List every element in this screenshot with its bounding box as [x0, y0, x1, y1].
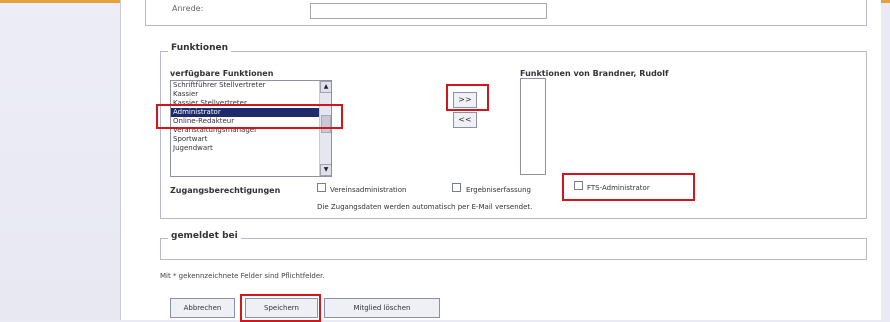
permission-label-vereinsadministration: Vereinsadministration — [330, 186, 407, 194]
list-item[interactable]: Sportwart — [171, 135, 331, 144]
assigned-functions-label: Funktionen von Brandner, Rudolf — [520, 69, 669, 78]
highlight-selected-function — [156, 104, 343, 129]
permission-checkbox-ergebniserfassung[interactable] — [452, 183, 461, 192]
left-background — [0, 0, 120, 320]
available-functions-label: verfügbare Funktionen — [170, 69, 274, 78]
move-left-button[interactable]: << — [453, 112, 477, 128]
top-field-label: Anrede: — [172, 4, 204, 13]
top-input-field[interactable] — [310, 3, 547, 19]
cancel-button[interactable]: Abbrechen — [170, 298, 235, 318]
assigned-functions-listbox[interactable] — [520, 78, 546, 175]
permission-checkbox-vereinsadministration[interactable] — [317, 183, 326, 192]
delete-member-button[interactable]: Mitglied löschen — [324, 298, 440, 318]
required-fields-hint: Mit * gekennzeichnete Felder sind Pflich… — [160, 272, 325, 280]
highlight-move-right — [446, 84, 489, 111]
permissions-label: Zugangsberechtigungen — [170, 186, 281, 195]
highlight-fts-admin — [562, 173, 695, 201]
highlight-save-button — [240, 294, 321, 322]
gemeldet-fieldset — [160, 238, 867, 260]
list-item[interactable]: Schriftführer Stellvertreter — [171, 81, 331, 90]
scroll-up-icon[interactable]: ▲ — [320, 81, 331, 93]
permission-label-ergebniserfassung: Ergebniserfassung — [466, 186, 531, 194]
functions-legend: Funktionen — [168, 43, 231, 53]
list-item[interactable]: Kassier — [171, 90, 331, 99]
list-item[interactable]: Jugendwart — [171, 144, 331, 153]
scroll-down-icon[interactable]: ▼ — [320, 164, 331, 176]
permissions-note: Die Zugangsdaten werden automatisch per … — [317, 203, 533, 211]
gemeldet-legend: gemeldet bei — [168, 231, 241, 241]
